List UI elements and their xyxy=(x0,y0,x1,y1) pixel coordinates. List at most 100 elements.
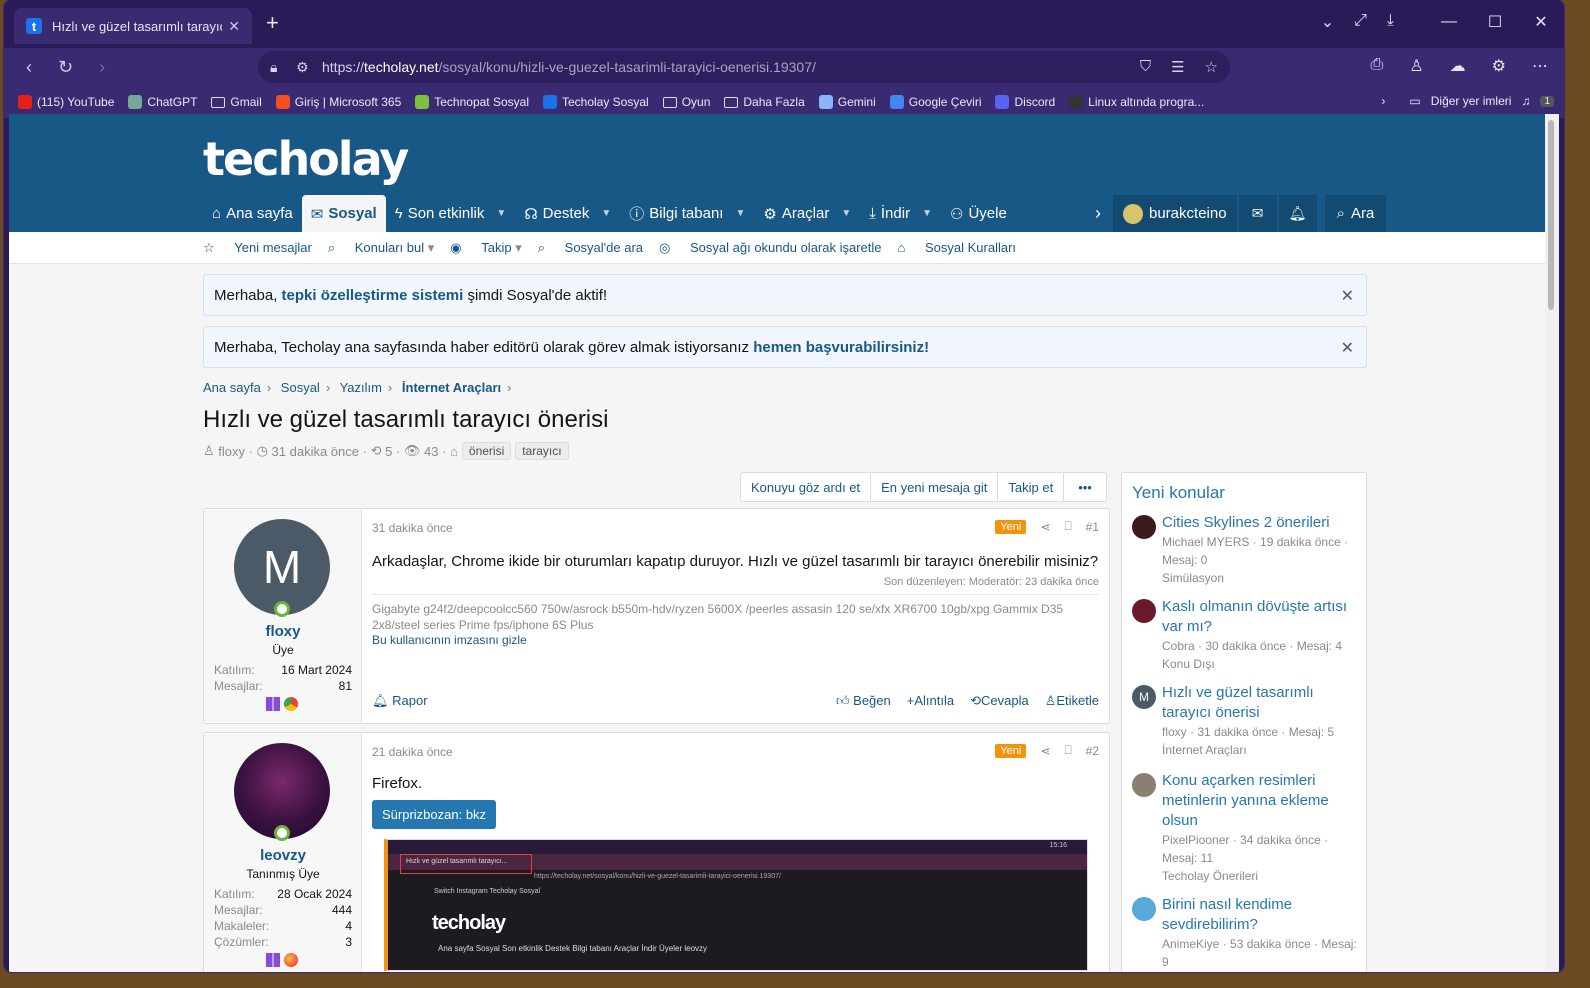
close-icon[interactable]: ✕ xyxy=(1341,338,1354,358)
breadcrumb-item[interactable]: Ana sayfa xyxy=(203,380,261,395)
notification-badge[interactable]: 1 xyxy=(1540,95,1554,107)
other-bookmarks[interactable]: Diğer yer imleri xyxy=(1431,94,1512,108)
site-logo[interactable]: techolay xyxy=(203,132,409,186)
sidebar-thread-title[interactable]: Kaslı olmanın dövüşte artısı var mı? xyxy=(1162,597,1358,637)
post-username[interactable]: floxy xyxy=(204,623,362,640)
profile-icon[interactable]: ♙ xyxy=(1409,56,1423,76)
bell-icon[interactable]: 🔔︎ xyxy=(1278,195,1317,232)
print-icon[interactable]: ⎙ xyxy=(1371,56,1384,76)
subnav-item[interactable]: ⌕ Konuları bul ▾ xyxy=(328,240,434,256)
new-tab-button[interactable]: + xyxy=(266,12,279,34)
sidebar-thread-title[interactable]: Cities Skylines 2 önerileri xyxy=(1162,513,1358,533)
close-tab-icon[interactable]: ✕ xyxy=(228,18,240,35)
lock-icon[interactable]: 🔒︎ xyxy=(270,59,296,76)
thread-author[interactable]: floxy xyxy=(218,444,245,459)
scrollbar-thumb[interactable] xyxy=(1548,120,1554,310)
inbox-icon[interactable]: ✉ xyxy=(1238,195,1277,232)
report-link[interactable]: 🔔︎ Rapor xyxy=(372,693,428,709)
bookmark-icon[interactable]: ⎕ xyxy=(1064,519,1071,534)
avatar[interactable] xyxy=(1132,773,1156,797)
bookmark-item[interactable]: Linux altında progra... xyxy=(1069,95,1204,109)
bookmark-item[interactable]: Technopat Sosyal xyxy=(415,95,529,109)
bookmark-item[interactable]: Daha Fazla xyxy=(724,95,805,109)
nav-tab[interactable]: ⤓ İndir ▼ xyxy=(860,195,941,232)
nav-tab[interactable]: ⚙ Araçlar ▼ xyxy=(754,195,860,232)
breadcrumb-item[interactable]: Yazılım xyxy=(340,380,382,395)
post-username[interactable]: leovzy xyxy=(204,847,362,864)
chevron-down-icon[interactable]: ▼ xyxy=(735,208,745,219)
chevron-down-icon[interactable]: ▼ xyxy=(601,208,611,219)
nav-tab[interactable]: ☊ Destek ▼ xyxy=(515,195,620,232)
forward-icon[interactable]: › xyxy=(99,57,105,78)
avatar[interactable]: M xyxy=(1132,685,1156,709)
site-settings-icon[interactable]: ⚙︎ xyxy=(296,59,322,76)
tag-user-button[interactable]: ♙Etiketle xyxy=(1045,693,1099,709)
minimize-button[interactable]: — xyxy=(1426,13,1472,31)
fullscreen-icon[interactable]: ⤢ xyxy=(1354,12,1367,32)
sidebar-thread-forum[interactable]: İnternet Araçları xyxy=(1162,741,1358,759)
share-icon[interactable]: ⋖ xyxy=(1040,520,1050,534)
bookmark-item[interactable]: Oyun xyxy=(662,95,710,109)
bookmark-item[interactable]: Gmail xyxy=(211,95,262,109)
downloads-icon[interactable]: ⤓ xyxy=(1387,12,1394,32)
avatar[interactable] xyxy=(1132,515,1156,539)
reader-mode-icon[interactable]: ☰ xyxy=(1171,58,1184,76)
avatar[interactable] xyxy=(1132,599,1156,623)
bookmark-item[interactable]: Techolay Sosyal xyxy=(542,95,649,109)
bookmark-item[interactable]: Giriş | Microsoft 365 xyxy=(275,95,401,109)
extensions-icon[interactable]: ⚙ xyxy=(1492,56,1506,76)
follow-button[interactable]: Takip et xyxy=(998,473,1065,501)
subnav-item[interactable]: ⌂ Sosyal Kuralları xyxy=(898,240,1017,255)
nav-tab[interactable]: ⌂ Ana sayfa xyxy=(203,195,302,232)
nav-tab[interactable]: ✉ Sosyal xyxy=(301,195,386,232)
sidebar-thread-title[interactable]: Hızlı ve güzel tasarımlı tarayıcı öneris… xyxy=(1162,683,1358,723)
notice-link[interactable]: hemen başvurabilirsiniz! xyxy=(753,339,929,356)
menu-icon[interactable]: ⋯ xyxy=(1532,56,1548,76)
page-scrollbar[interactable] xyxy=(1545,114,1559,972)
breadcrumb-item[interactable]: İnternet Araçları xyxy=(402,380,501,395)
sidebar-thread-forum[interactable]: Techolay Önerileri xyxy=(1162,867,1358,885)
post-time[interactable]: 31 dakika önce xyxy=(372,521,1099,535)
user-menu[interactable]: burakcteino xyxy=(1113,195,1237,232)
more-actions-button[interactable]: ••• xyxy=(1064,473,1106,501)
sidebar-thread-title[interactable]: Konu açarken resimleri metinlerin yanına… xyxy=(1162,771,1358,831)
tag[interactable]: tarayıcı xyxy=(515,442,569,460)
share-icon[interactable]: ⋖ xyxy=(1040,744,1050,758)
post-number[interactable]: #1 xyxy=(1086,520,1099,534)
breadcrumb-item[interactable]: Sosyal xyxy=(281,380,320,395)
nav-scroll-chevron-icon[interactable]: › xyxy=(1095,203,1101,224)
embedded-screenshot[interactable]: Hızlı ve güzel tasarımlı tarayıcı... htt… xyxy=(384,839,1088,971)
address-bar[interactable]: 🔒︎ ⚙︎ https://techolay.net/sosyal/konu/h… xyxy=(258,51,1230,83)
quote-button[interactable]: +Alıntıla xyxy=(907,693,954,709)
bookmark-item[interactable]: Google Çeviri xyxy=(889,95,981,109)
avatar[interactable] xyxy=(1132,897,1156,921)
nav-tab[interactable]: ⓘ Bilgi tabanı ▼ xyxy=(620,195,754,232)
maximize-button[interactable]: ☐ xyxy=(1472,12,1518,32)
chevron-down-icon[interactable]: ▼ xyxy=(496,208,506,219)
post-time[interactable]: 21 dakika önce xyxy=(372,745,1099,759)
like-button[interactable]: 👍︎ Beğen xyxy=(836,693,891,709)
shield-icon[interactable]: ⛉ xyxy=(1140,58,1151,76)
close-window-button[interactable]: ✕ xyxy=(1518,12,1564,32)
bookmark-item[interactable]: (115) YouTube xyxy=(18,95,114,109)
bookmark-star-icon[interactable]: ☆ xyxy=(1205,58,1218,76)
subnav-item[interactable]: ◎ Sosyal ağı okundu olarak işaretle xyxy=(659,240,881,256)
chevron-down-icon[interactable]: ▾ xyxy=(424,240,435,255)
bookmark-item[interactable]: Gemini xyxy=(818,95,876,109)
chevron-down-icon[interactable]: ▾ xyxy=(512,240,522,255)
jump-newest-button[interactable]: En yeni mesaja git xyxy=(871,473,999,501)
music-extension-icon[interactable]: ♫ xyxy=(1521,94,1530,108)
nav-tab[interactable]: ϟ Son etkinlik ▼ xyxy=(386,195,516,232)
nav-tab[interactable]: ⚇ Üyele xyxy=(941,195,1016,232)
sidebar-thread-title[interactable]: Birini nasıl kendime sevdirebilirim? xyxy=(1162,895,1358,935)
sidebar-thread-forum[interactable]: Simülasyon xyxy=(1162,569,1358,587)
back-icon[interactable]: ‹ xyxy=(26,57,32,78)
reload-icon[interactable]: ↻ xyxy=(58,57,73,78)
subnav-item[interactable]: ☆ Yeni mesajlar xyxy=(203,240,312,256)
close-icon[interactable]: ✕ xyxy=(1341,286,1354,306)
notice-link[interactable]: tepki özelleştirme sistemi xyxy=(282,287,464,304)
spoiler-button[interactable]: Sürprizbozan: bkz xyxy=(372,800,497,829)
hide-signature-link[interactable]: Bu kullanıcının imzasını gizle xyxy=(372,633,1099,647)
bookmark-item[interactable]: ChatGPT xyxy=(128,95,197,109)
more-bookmarks-chevron-icon[interactable]: › xyxy=(1381,94,1385,108)
